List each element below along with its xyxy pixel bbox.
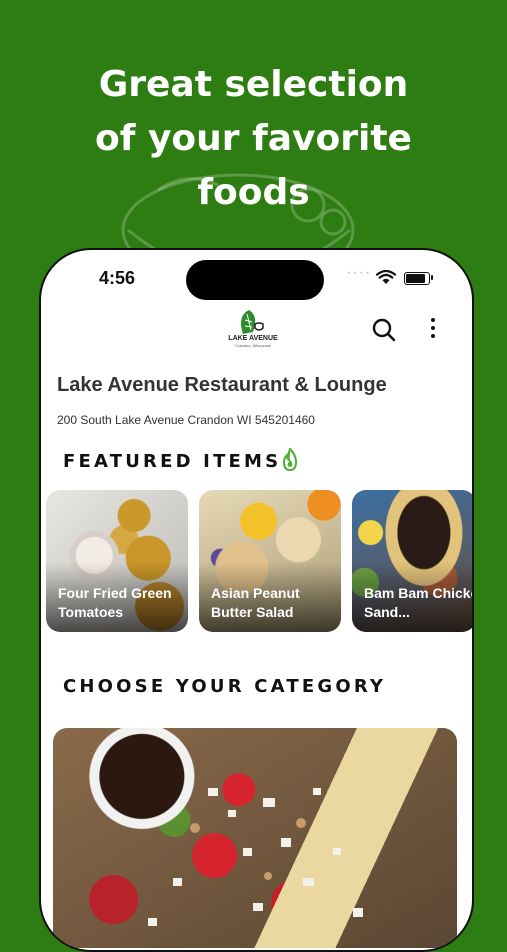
search-icon[interactable] [371, 317, 397, 343]
restaurant-address: 200 South Lake Avenue Crandon WI 5452014… [57, 413, 315, 427]
battery-tip [431, 275, 433, 280]
feta-crumbles-decoration [148, 788, 363, 926]
featured-items-carousel[interactable]: Four Fried Green Tomatoes Asian Peanut B… [46, 490, 472, 632]
restaurant-name: Lake Avenue Restaurant & Lounge [57, 374, 387, 396]
dynamic-island [186, 260, 324, 300]
category-card[interactable] [53, 728, 457, 948]
restaurant-logo[interactable]: LAKE AVENUE Crandon, Wisconsin [223, 308, 283, 348]
featured-items-title: FEATURED ITEMS [63, 451, 282, 472]
status-bar: 4:56 ···· [41, 250, 472, 310]
featured-item-label: Bam Bam Chicken Sand... [364, 585, 472, 620]
featured-item-card[interactable]: Asian Peanut Butter Salad [199, 490, 341, 632]
headline-line-1: Great selection [98, 64, 409, 105]
featured-item-label: Asian Peanut Butter Salad [211, 585, 300, 620]
more-vertical-icon[interactable] [429, 318, 437, 342]
wifi-icon [376, 270, 396, 284]
logo-name: LAKE AVENUE [228, 335, 278, 342]
status-time: 4:56 [99, 268, 136, 288]
signal-dots-icon: ···· [346, 264, 372, 281]
featured-item-label: Four Fried Green Tomatoes [58, 585, 172, 620]
battery-icon [404, 272, 430, 285]
choose-category-title: CHOOSE YOUR CATEGORY [63, 676, 387, 697]
featured-item-card[interactable]: Four Fried Green Tomatoes [46, 490, 188, 632]
leaf-logo-icon [241, 310, 264, 334]
flame-icon [282, 448, 298, 472]
featured-item-card[interactable]: Bam Bam Chicken Sand... [352, 490, 472, 632]
logo-subtitle: Crandon, Wisconsin [235, 343, 271, 348]
phone-frame: 4:56 ···· LAKE AVENUE Crandon, Wisconsin… [39, 248, 474, 952]
